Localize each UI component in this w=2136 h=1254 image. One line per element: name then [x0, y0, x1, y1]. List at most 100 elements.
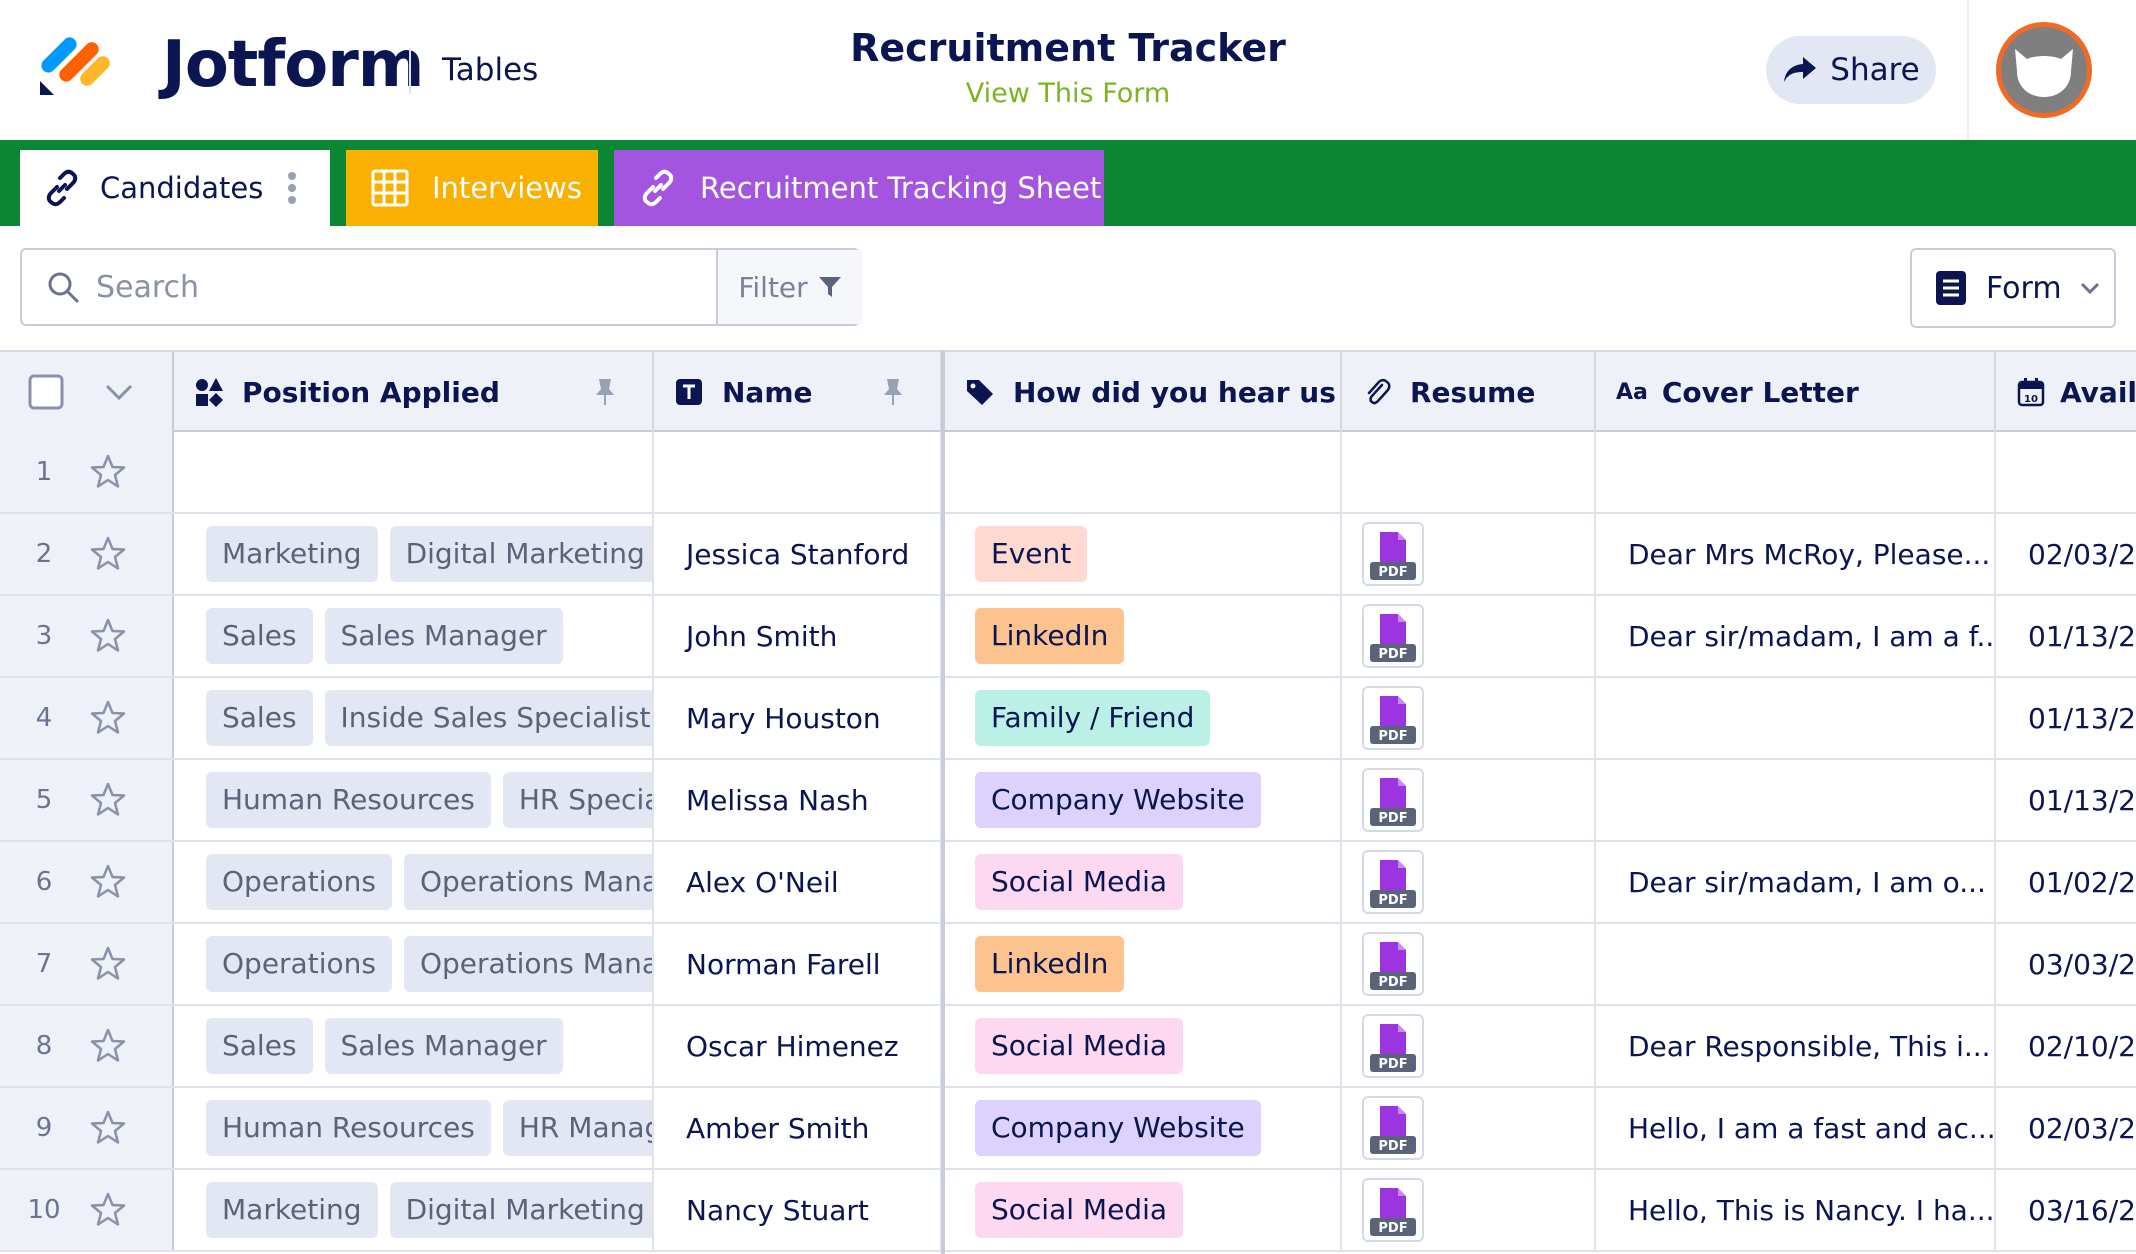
position-applied-cell[interactable]: Marketing Digital Marketing M	[174, 514, 654, 594]
position-applied-cell[interactable]: Sales Sales Manager	[174, 596, 654, 676]
table-row[interactable]: 3 Sales Sales Manager John Smith LinkedIn PDF…	[0, 596, 2136, 678]
column-header-cover-letter[interactable]: Aa Cover Letter	[1596, 352, 1996, 432]
pdf-file-icon[interactable]: PDF	[1362, 1096, 1424, 1160]
name-cell[interactable]: John Smith	[654, 596, 942, 676]
table-row[interactable]: 8 Sales Sales Manager Oscar Himenez Social M…	[0, 1006, 2136, 1088]
column-header-availability[interactable]: 10 Avail	[1996, 352, 2136, 432]
share-button[interactable]: Share	[1766, 36, 1936, 104]
resume-cell[interactable]: PDF	[1342, 1170, 1596, 1250]
table-row[interactable]: 5 Human ResourcesHR Speciali Melissa Nash C…	[0, 760, 2136, 842]
cover-letter-cell[interactable]: Dear sir/madam, I am a f...	[1596, 596, 1996, 676]
frozen-column-divider[interactable]	[941, 350, 945, 1254]
source-cell[interactable]: LinkedIn	[945, 924, 1342, 1004]
star-icon[interactable]	[88, 452, 128, 492]
availability-cell[interactable]: 01/13/20	[1996, 678, 2136, 758]
tab-recruitment-tracking-sheet[interactable]: Recruitment Tracking Sheet	[614, 150, 1104, 226]
pdf-file-icon[interactable]: PDF	[1362, 1178, 1424, 1242]
table-row[interactable]: 6 Operations Operations Manag Alex O'Neil So…	[0, 842, 2136, 924]
availability-cell[interactable]: 02/10/2	[1996, 1006, 2136, 1086]
resume-cell[interactable]: PDF	[1342, 678, 1596, 758]
name-cell[interactable]: Melissa Nash	[654, 760, 942, 840]
pdf-file-icon[interactable]: PDF	[1362, 686, 1424, 750]
pdf-file-icon[interactable]: PDF	[1362, 1014, 1424, 1078]
star-icon[interactable]	[88, 698, 128, 738]
source-cell[interactable]: Company Website	[945, 1088, 1342, 1168]
table-row[interactable]: 1	[0, 432, 2136, 514]
source-cell[interactable]	[945, 432, 1342, 512]
star-icon[interactable]	[88, 616, 128, 656]
tab-candidates[interactable]: Candidates	[20, 150, 330, 226]
resume-cell[interactable]: PDF	[1342, 1006, 1596, 1086]
cover-letter-cell[interactable]	[1596, 760, 1996, 840]
pdf-file-icon[interactable]: PDF	[1362, 768, 1424, 832]
table-row[interactable]: 2 Marketing Digital Marketing M Jessica Sta…	[0, 514, 2136, 596]
name-cell[interactable]: Nancy Stuart	[654, 1170, 942, 1250]
name-cell[interactable]: Mary Houston	[654, 678, 942, 758]
name-cell[interactable]: Norman Farell	[654, 924, 942, 1004]
star-icon[interactable]	[88, 534, 128, 574]
name-cell[interactable]: Jessica Stanford	[654, 514, 942, 594]
source-cell[interactable]: Social Media	[945, 1006, 1342, 1086]
position-applied-cell[interactable]: Operations Operations Manag	[174, 924, 654, 1004]
pdf-file-icon[interactable]: PDF	[1362, 522, 1424, 586]
column-header-name[interactable]: Name	[654, 352, 942, 432]
resume-cell[interactable]: PDF	[1342, 1088, 1596, 1168]
resume-cell[interactable]: PDF	[1342, 514, 1596, 594]
name-cell[interactable]: Oscar Himenez	[654, 1006, 942, 1086]
availability-cell[interactable]: 02/03/2	[1996, 514, 2136, 594]
cover-letter-cell[interactable]	[1596, 678, 1996, 758]
chevron-down-icon[interactable]	[104, 382, 134, 402]
cover-letter-cell[interactable]	[1596, 924, 1996, 1004]
select-all-checkbox[interactable]	[28, 374, 64, 410]
star-icon[interactable]	[88, 1026, 128, 1066]
pdf-file-icon[interactable]: PDF	[1362, 850, 1424, 914]
form-view-dropdown[interactable]: Form	[1910, 248, 2116, 328]
table-row[interactable]: 7 Operations Operations Manag Norman Farell…	[0, 924, 2136, 1006]
table-row[interactable]: 9 Human ResourcesHR Manage Amber Smith Comp…	[0, 1088, 2136, 1170]
position-applied-cell[interactable]	[174, 432, 654, 512]
user-avatar[interactable]	[1996, 22, 2092, 118]
star-icon[interactable]	[88, 780, 128, 820]
pin-icon[interactable]	[880, 377, 906, 407]
position-applied-cell[interactable]: Human ResourcesHR Speciali	[174, 760, 654, 840]
source-cell[interactable]: Event	[945, 514, 1342, 594]
table-row[interactable]: 4 Sales Inside Sales Specialist Mary Housto…	[0, 678, 2136, 760]
more-options-icon[interactable]	[287, 168, 297, 208]
pdf-file-icon[interactable]: PDF	[1362, 604, 1424, 668]
table-row[interactable]: 10 Marketing Digital Marketing M Nancy Stua…	[0, 1170, 2136, 1252]
position-applied-cell[interactable]: Sales Inside Sales Specialist	[174, 678, 654, 758]
cover-letter-cell[interactable]: Dear Responsible, This i...	[1596, 1006, 1996, 1086]
resume-cell[interactable]: PDF	[1342, 596, 1596, 676]
source-cell[interactable]: Social Media	[945, 1170, 1342, 1250]
availability-cell[interactable]: 01/02/2	[1996, 842, 2136, 922]
view-form-link[interactable]: View This Form	[966, 78, 1170, 109]
tab-interviews[interactable]: Interviews	[346, 150, 598, 226]
availability-cell[interactable]: 02/03/2	[1996, 1088, 2136, 1168]
source-cell[interactable]: LinkedIn	[945, 596, 1342, 676]
availability-cell[interactable]: 03/03/2	[1996, 924, 2136, 1004]
resume-cell[interactable]: PDF	[1342, 842, 1596, 922]
name-cell[interactable]: Amber Smith	[654, 1088, 942, 1168]
name-cell[interactable]: Alex O'Neil	[654, 842, 942, 922]
position-applied-cell[interactable]: Sales Sales Manager	[174, 1006, 654, 1086]
resume-cell[interactable]: PDF	[1342, 924, 1596, 1004]
cover-letter-cell[interactable]: Dear sir/madam, I am o...	[1596, 842, 1996, 922]
filter-button[interactable]: Filter	[716, 250, 862, 324]
star-icon[interactable]	[88, 862, 128, 902]
column-header-how-did-you-hear-us[interactable]: How did you hear us	[945, 352, 1342, 432]
availability-cell[interactable]: 03/16/2	[1996, 1170, 2136, 1250]
column-header-position-applied[interactable]: Position Applied	[174, 352, 654, 432]
position-applied-cell[interactable]: Human ResourcesHR Manage	[174, 1088, 654, 1168]
star-icon[interactable]	[88, 1190, 128, 1230]
star-icon[interactable]	[88, 944, 128, 984]
column-header-resume[interactable]: Resume	[1342, 352, 1596, 432]
resume-cell[interactable]	[1342, 432, 1596, 512]
position-applied-cell[interactable]: Operations Operations Manag	[174, 842, 654, 922]
name-cell[interactable]	[654, 432, 942, 512]
cover-letter-cell[interactable]	[1596, 432, 1996, 512]
availability-cell[interactable]: 01/13/20	[1996, 760, 2136, 840]
cover-letter-cell[interactable]: Hello, I am a fast and ac...	[1596, 1088, 1996, 1168]
resume-cell[interactable]: PDF	[1342, 760, 1596, 840]
cover-letter-cell[interactable]: Dear Mrs McRoy, Please...	[1596, 514, 1996, 594]
availability-cell[interactable]: 01/13/20	[1996, 596, 2136, 676]
